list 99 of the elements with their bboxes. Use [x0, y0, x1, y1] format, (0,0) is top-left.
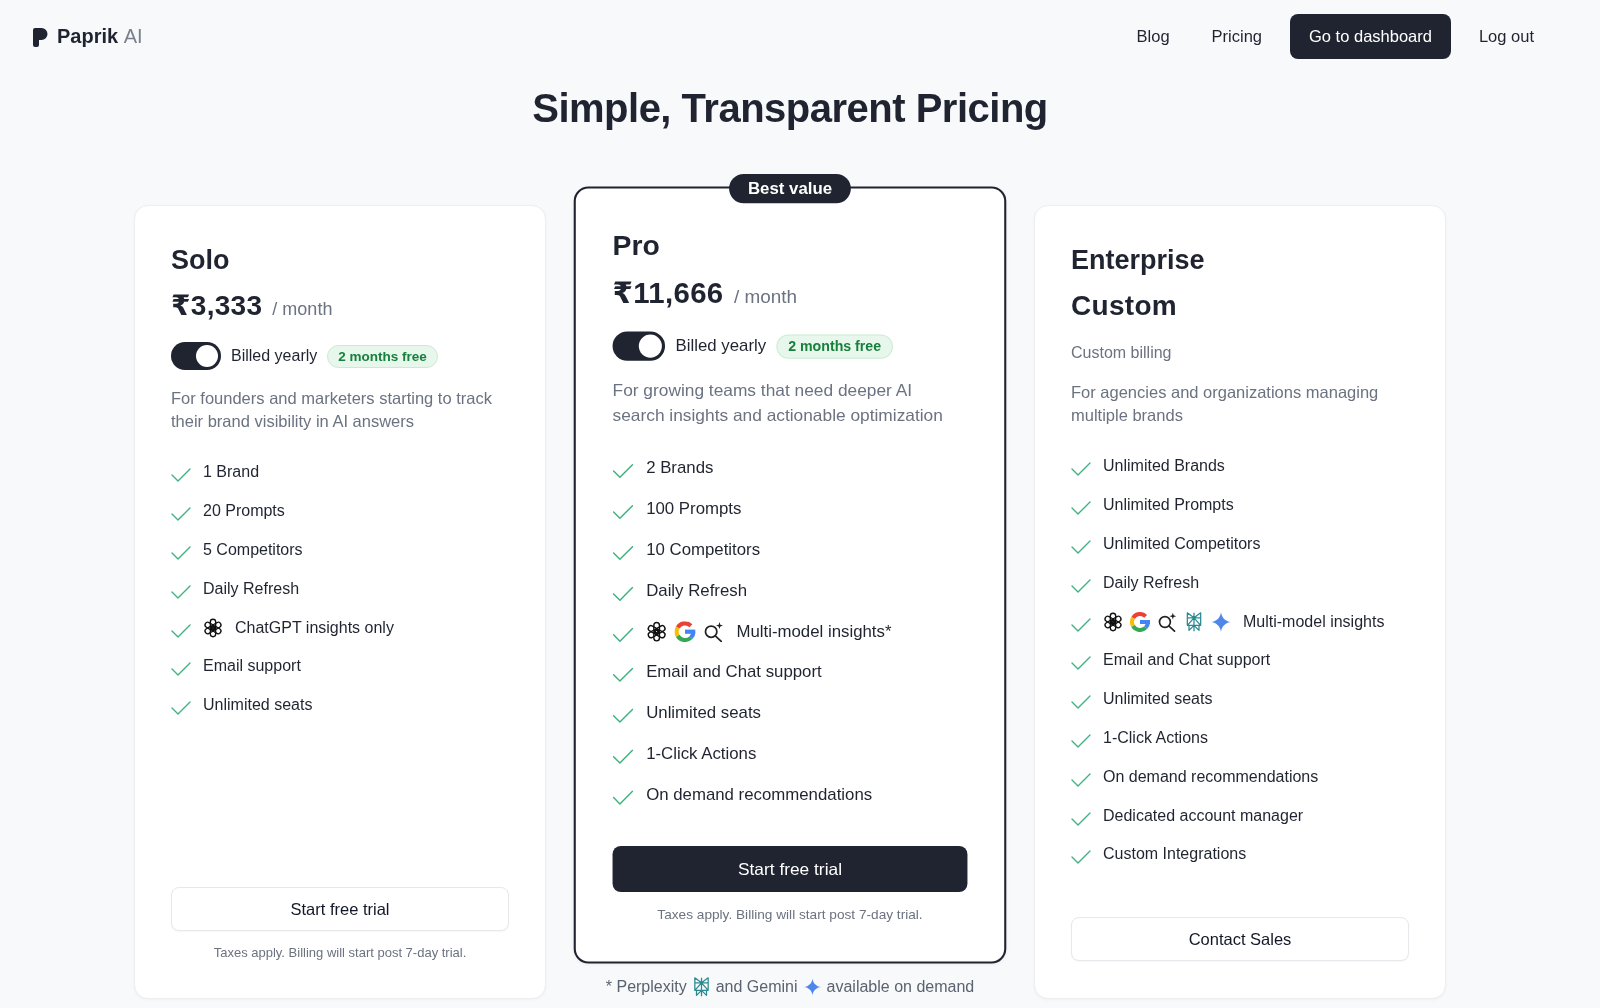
- check-icon: [1071, 772, 1091, 787]
- check-icon: [612, 790, 634, 805]
- check-icon: [1071, 850, 1091, 865]
- feature-text: 2 Brands: [646, 458, 714, 478]
- footnote-text: and Gemini: [715, 978, 798, 997]
- sparkle-search-icon: [1157, 611, 1177, 632]
- check-icon: [612, 545, 634, 561]
- feature-text: 20 Prompts: [203, 502, 285, 521]
- check-icon: [1071, 540, 1091, 554]
- feature-text: Unlimited seats: [646, 703, 761, 723]
- billing-note: Taxes apply. Billing will start post 7-day trial.: [656, 907, 924, 924]
- feature-text: 1-Click Actions: [1103, 728, 1208, 747]
- billing-label: Billed yearly: [675, 336, 767, 356]
- feature-text: Unlimited Prompts: [1103, 496, 1234, 515]
- feature-text: On demand recommendations: [1103, 767, 1319, 786]
- check-icon: [612, 667, 634, 683]
- knot-icon: [203, 617, 223, 638]
- check-icon: [171, 584, 191, 599]
- nav-link[interactable]: Log out: [1464, 17, 1548, 56]
- billing-toggle[interactable]: [171, 342, 221, 370]
- check-icon: [1071, 733, 1091, 748]
- check-icon: [1071, 617, 1091, 632]
- plan-description: For growing teams that need deeper AI search insights and actionable optimization: [612, 379, 944, 426]
- feature-text: Custom Integrations: [1103, 845, 1247, 864]
- knot-icon: [1103, 611, 1123, 632]
- check-icon: [612, 464, 634, 479]
- billing-toggle[interactable]: [612, 331, 666, 361]
- check-icon: [612, 749, 634, 764]
- billing-label: Billed yearly: [231, 347, 318, 365]
- plan-cta-button[interactable]: Start free trial: [171, 887, 509, 932]
- feature-text: 1-Click Actions: [646, 744, 757, 763]
- check-icon: [171, 623, 191, 638]
- feature-text: On demand recommendations: [646, 784, 873, 804]
- best-value-ribbon: Best value: [729, 173, 851, 204]
- feature-text: Email support: [203, 657, 301, 676]
- check-icon: [171, 701, 191, 716]
- nav-link[interactable]: Pricing: [1197, 17, 1276, 56]
- check-icon: [1071, 656, 1091, 671]
- check-icon: [171, 507, 191, 522]
- feature-text: ChatGPT insights only: [235, 618, 394, 637]
- price-period: / month: [734, 286, 798, 309]
- feature-text: 5 Competitors: [203, 541, 303, 559]
- logo-icon[interactable]: [32, 26, 48, 47]
- plan-price: Custom: [1071, 289, 1178, 323]
- check-icon: [1071, 811, 1091, 826]
- nav-link[interactable]: Blog: [1122, 17, 1184, 56]
- sparkle-search-icon: [702, 620, 724, 642]
- plan-price: ₹11,666: [612, 275, 724, 312]
- feature-text: 10 Competitors: [646, 540, 761, 560]
- feature-text: Multi-model insights: [1243, 612, 1385, 631]
- feature-text: Dedicated account manager: [1103, 806, 1304, 825]
- feature-text: 100 Prompts: [646, 499, 742, 519]
- plan-name: Enterprise: [1071, 244, 1206, 277]
- plan-name: Solo: [171, 244, 231, 277]
- feature-text: Unlimited seats: [203, 696, 313, 715]
- sparkle-icon: [803, 977, 821, 998]
- plan-price: ₹3,333: [171, 289, 263, 323]
- plan-cta-button[interactable]: Contact Sales: [1071, 917, 1409, 962]
- plan-description: For agencies and organizations managing multiple brands: [1071, 382, 1380, 426]
- discount-tag: 2 months free: [327, 344, 438, 368]
- check-icon: [171, 546, 191, 560]
- check-icon: [612, 586, 634, 601]
- lattice-icon: [1184, 611, 1204, 632]
- plan-name: Pro: [612, 228, 661, 264]
- check-icon: [1071, 695, 1091, 710]
- letter-g-icon: [674, 620, 696, 642]
- billing-note: Taxes apply. Billing will start post 7-day trial.: [212, 945, 468, 962]
- feature-text: Daily Refresh: [646, 581, 747, 600]
- check-icon: [1071, 462, 1091, 477]
- check-icon: [171, 468, 191, 483]
- check-icon: [612, 708, 634, 724]
- feature-text: Unlimited seats: [1103, 690, 1213, 709]
- check-icon: [612, 504, 634, 520]
- lattice-icon: [692, 977, 710, 998]
- dashboard-button[interactable]: Go to dashboard: [1290, 14, 1451, 59]
- price-period: / month: [272, 299, 333, 320]
- page-title: Simple, Transparent Pricing: [531, 86, 1049, 130]
- billing-text: Custom billing: [1071, 343, 1173, 363]
- feature-text: Daily Refresh: [1103, 573, 1200, 592]
- sparkle-icon: [1211, 611, 1231, 632]
- feature-text: Email and Chat support: [1103, 651, 1271, 670]
- feature-text: Unlimited Brands: [1103, 457, 1225, 476]
- feature-text: Unlimited Competitors: [1103, 535, 1261, 553]
- check-icon: [1071, 501, 1091, 516]
- feature-text: 1 Brand: [203, 463, 260, 482]
- check-icon: [1071, 578, 1091, 593]
- feature-text: Email and Chat support: [646, 662, 822, 682]
- plan-description: For founders and marketers starting to track their brand visibility in AI answers: [171, 388, 493, 432]
- footnote-text: * Perplexity: [605, 978, 687, 997]
- plan-cta-button[interactable]: Start free trial: [612, 846, 968, 893]
- brand-name[interactable]: Paprik AI: [57, 25, 143, 48]
- discount-tag: 2 months free: [776, 334, 893, 359]
- check-icon: [171, 662, 191, 677]
- letter-g-icon: [1130, 611, 1150, 632]
- feature-text: Daily Refresh: [203, 579, 300, 598]
- check-icon: [612, 627, 634, 642]
- feature-text: Multi-model insights*: [736, 621, 892, 641]
- footnote-text: available on demand: [826, 978, 975, 997]
- knot-icon: [646, 620, 668, 642]
